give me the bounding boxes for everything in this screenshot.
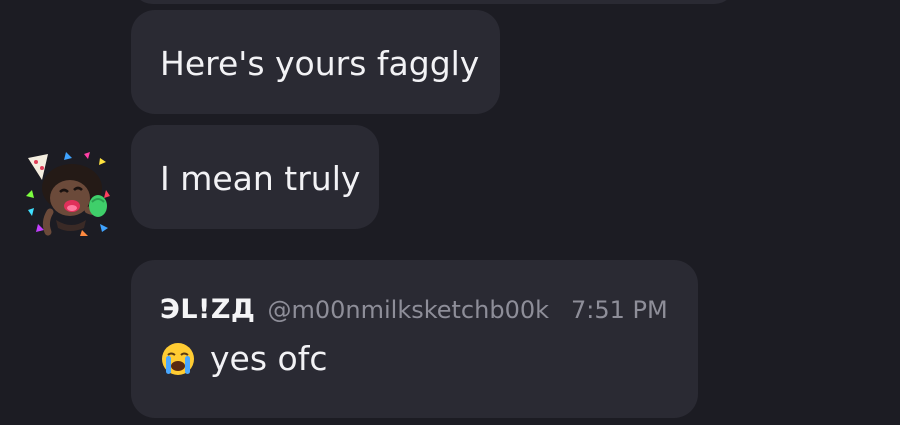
message-text: Here's yours faggly	[160, 44, 480, 83]
message-bubble[interactable]: Here's yours faggly	[131, 10, 500, 114]
loudly-crying-face-icon	[162, 342, 194, 375]
chat-view: Here's yours faggly I mean truly ЭL!ZД @…	[0, 0, 900, 425]
message-text: yes ofc	[210, 339, 328, 378]
message-bubble-with-header[interactable]: ЭL!ZД @m00nmilksketchb00k 7:51 PM yes of…	[131, 260, 698, 418]
user-handle[interactable]: @m00nmilksketchb00k	[267, 296, 549, 324]
username[interactable]: ЭL!ZД	[160, 294, 255, 325]
message-text: I mean truly	[160, 159, 361, 198]
message-body: yes ofc	[160, 339, 698, 378]
avatar[interactable]	[22, 150, 112, 240]
message-bubble[interactable]: I mean truly	[131, 125, 379, 229]
avatar-party-illustration	[26, 152, 110, 236]
message-header: ЭL!ZД @m00nmilksketchb00k 7:51 PM	[160, 294, 698, 325]
timestamp: 7:51 PM	[571, 296, 668, 324]
previous-message-bubble[interactable]	[131, 0, 736, 4]
